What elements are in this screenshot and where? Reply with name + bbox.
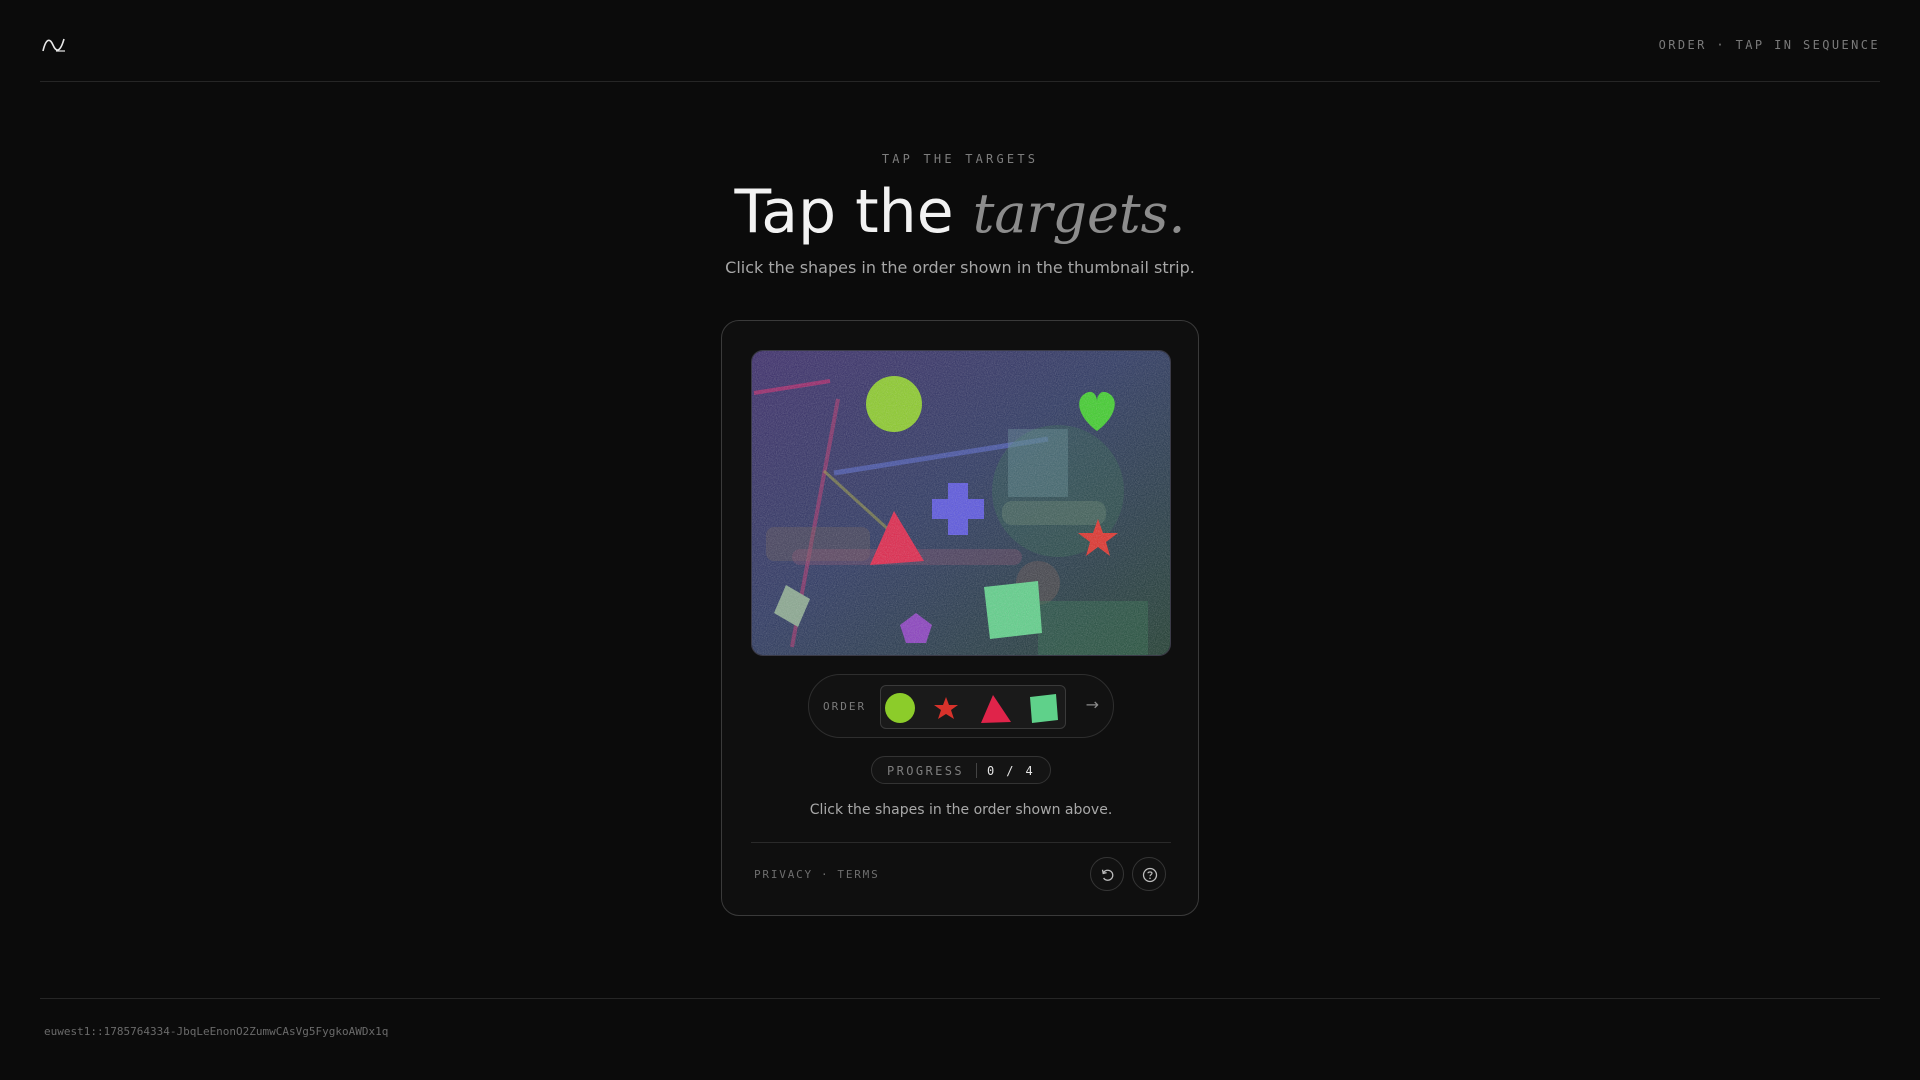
- footer-divider: [40, 998, 1880, 999]
- wave-logo-icon[interactable]: [42, 36, 66, 54]
- progress-pill: PROGRESS 0 / 4: [871, 756, 1051, 784]
- order-label: ORDER: [823, 700, 867, 713]
- footer-links: PRIVACY · TERMS: [754, 868, 880, 881]
- square-thumb-icon: [1030, 694, 1058, 723]
- top-bar: ORDER · TAP IN SEQUENCE: [40, 0, 1880, 82]
- arrow-right-icon: →: [1085, 695, 1099, 714]
- link-separator: ·: [820, 868, 830, 881]
- help-button[interactable]: [1132, 857, 1166, 891]
- eyebrow-label: TAP THE TARGETS: [881, 152, 1039, 166]
- title-main: Tap the: [734, 177, 973, 247]
- star-thumb-icon: [934, 697, 958, 719]
- help-icon: [1142, 867, 1158, 883]
- privacy-link[interactable]: PRIVACY: [754, 868, 813, 881]
- order-strip: ORDER →: [808, 674, 1114, 738]
- title-accent: targets.: [972, 182, 1186, 245]
- triangle-thumb-icon: [981, 695, 1011, 723]
- card-divider: [751, 842, 1171, 843]
- refresh-icon: [1101, 869, 1114, 881]
- progress-divider: [976, 763, 977, 778]
- progress-value: 0 / 4: [987, 764, 1036, 778]
- header-mode-label: ORDER · TAP IN SEQUENCE: [1658, 38, 1880, 52]
- progress-label: PROGRESS: [887, 764, 964, 778]
- thumbnail-strip: [880, 685, 1066, 729]
- session-id: euwest1::1785764334-JbqLeEnonO2ZumwCAsVg…: [44, 1025, 389, 1038]
- page-title: Tap the targets.: [0, 176, 1920, 250]
- circle-thumb-icon: [885, 693, 915, 723]
- terms-link[interactable]: TERMS: [837, 868, 879, 881]
- challenge-canvas[interactable]: [751, 350, 1171, 656]
- challenge-card: ORDER → PROGRESS 0 / 4 Click the shapes …: [721, 320, 1199, 916]
- page-subtitle: Click the shapes in the order shown in t…: [725, 258, 1195, 277]
- instruction-text: Click the shapes in the order shown abov…: [809, 802, 1113, 818]
- refresh-button[interactable]: [1090, 857, 1124, 891]
